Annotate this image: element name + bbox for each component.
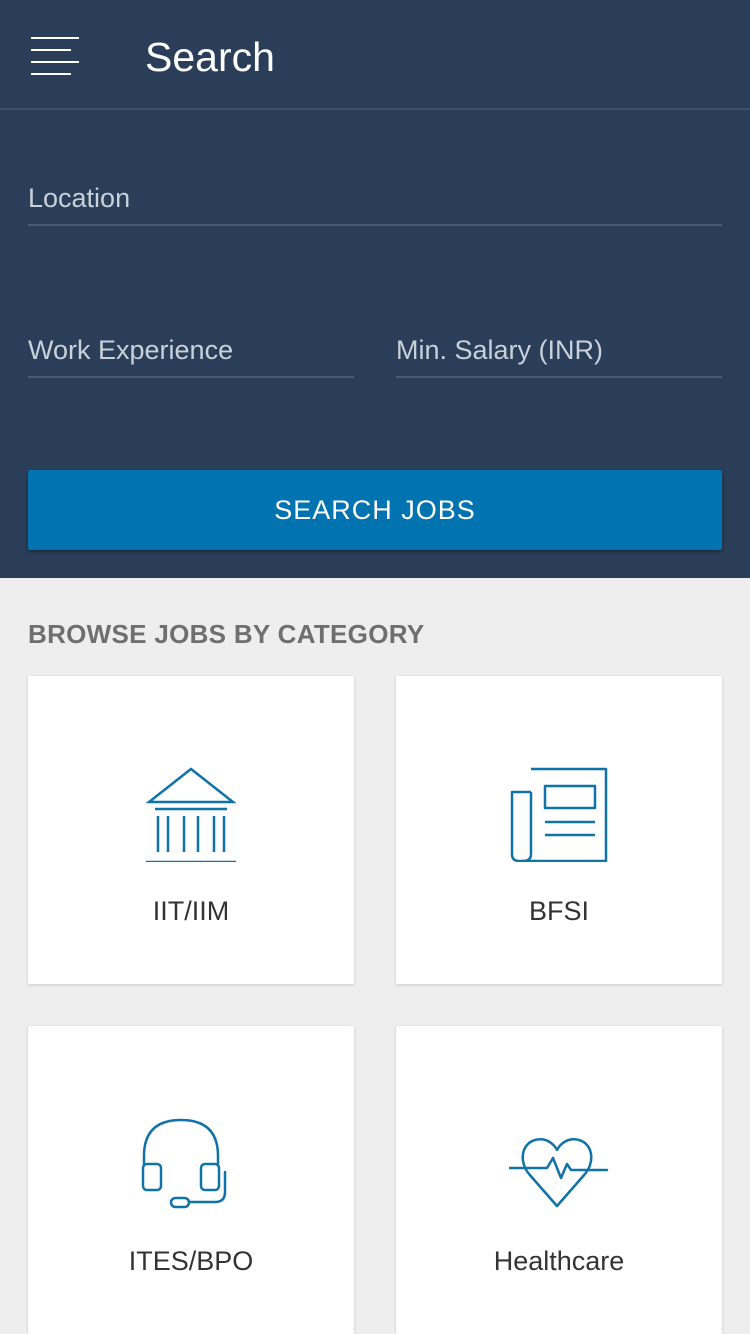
search-panel: Search SEARCH JOBS — [0, 0, 750, 578]
min-salary-input[interactable] — [396, 328, 722, 372]
newspaper-icon — [509, 762, 609, 862]
page-title: Search — [145, 34, 275, 80]
app-bar: Search — [0, 0, 750, 110]
headset-icon — [141, 1112, 241, 1212]
category-label: IIT/IIM — [152, 896, 230, 926]
institution-icon — [141, 762, 241, 862]
search-jobs-button[interactable]: SEARCH JOBS — [28, 470, 722, 550]
category-label: BFSI — [528, 896, 589, 926]
heartbeat-icon — [509, 1112, 609, 1212]
search-screen: Search SEARCH JOBS BROWSE JOBS BY CATEGO… — [0, 0, 750, 1334]
category-card-healthcare[interactable]: Healthcare — [396, 1026, 722, 1334]
work-experience-field[interactable] — [28, 318, 354, 378]
browse-category-heading: BROWSE JOBS BY CATEGORY — [28, 619, 425, 649]
min-salary-field[interactable] — [396, 318, 722, 378]
category-card-iit-iim[interactable]: IIT/IIM — [28, 676, 354, 984]
work-experience-input[interactable] — [28, 328, 354, 372]
category-card-ites-bpo[interactable]: ITES/BPO — [28, 1026, 354, 1334]
location-field[interactable] — [28, 166, 722, 226]
category-label: ITES/BPO — [128, 1246, 254, 1276]
category-card-bfsi[interactable]: BFSI — [396, 676, 722, 984]
menu-button[interactable] — [26, 30, 86, 82]
category-label: Healthcare — [493, 1246, 625, 1276]
location-input[interactable] — [28, 176, 722, 220]
hamburger-menu-icon — [31, 37, 79, 75]
